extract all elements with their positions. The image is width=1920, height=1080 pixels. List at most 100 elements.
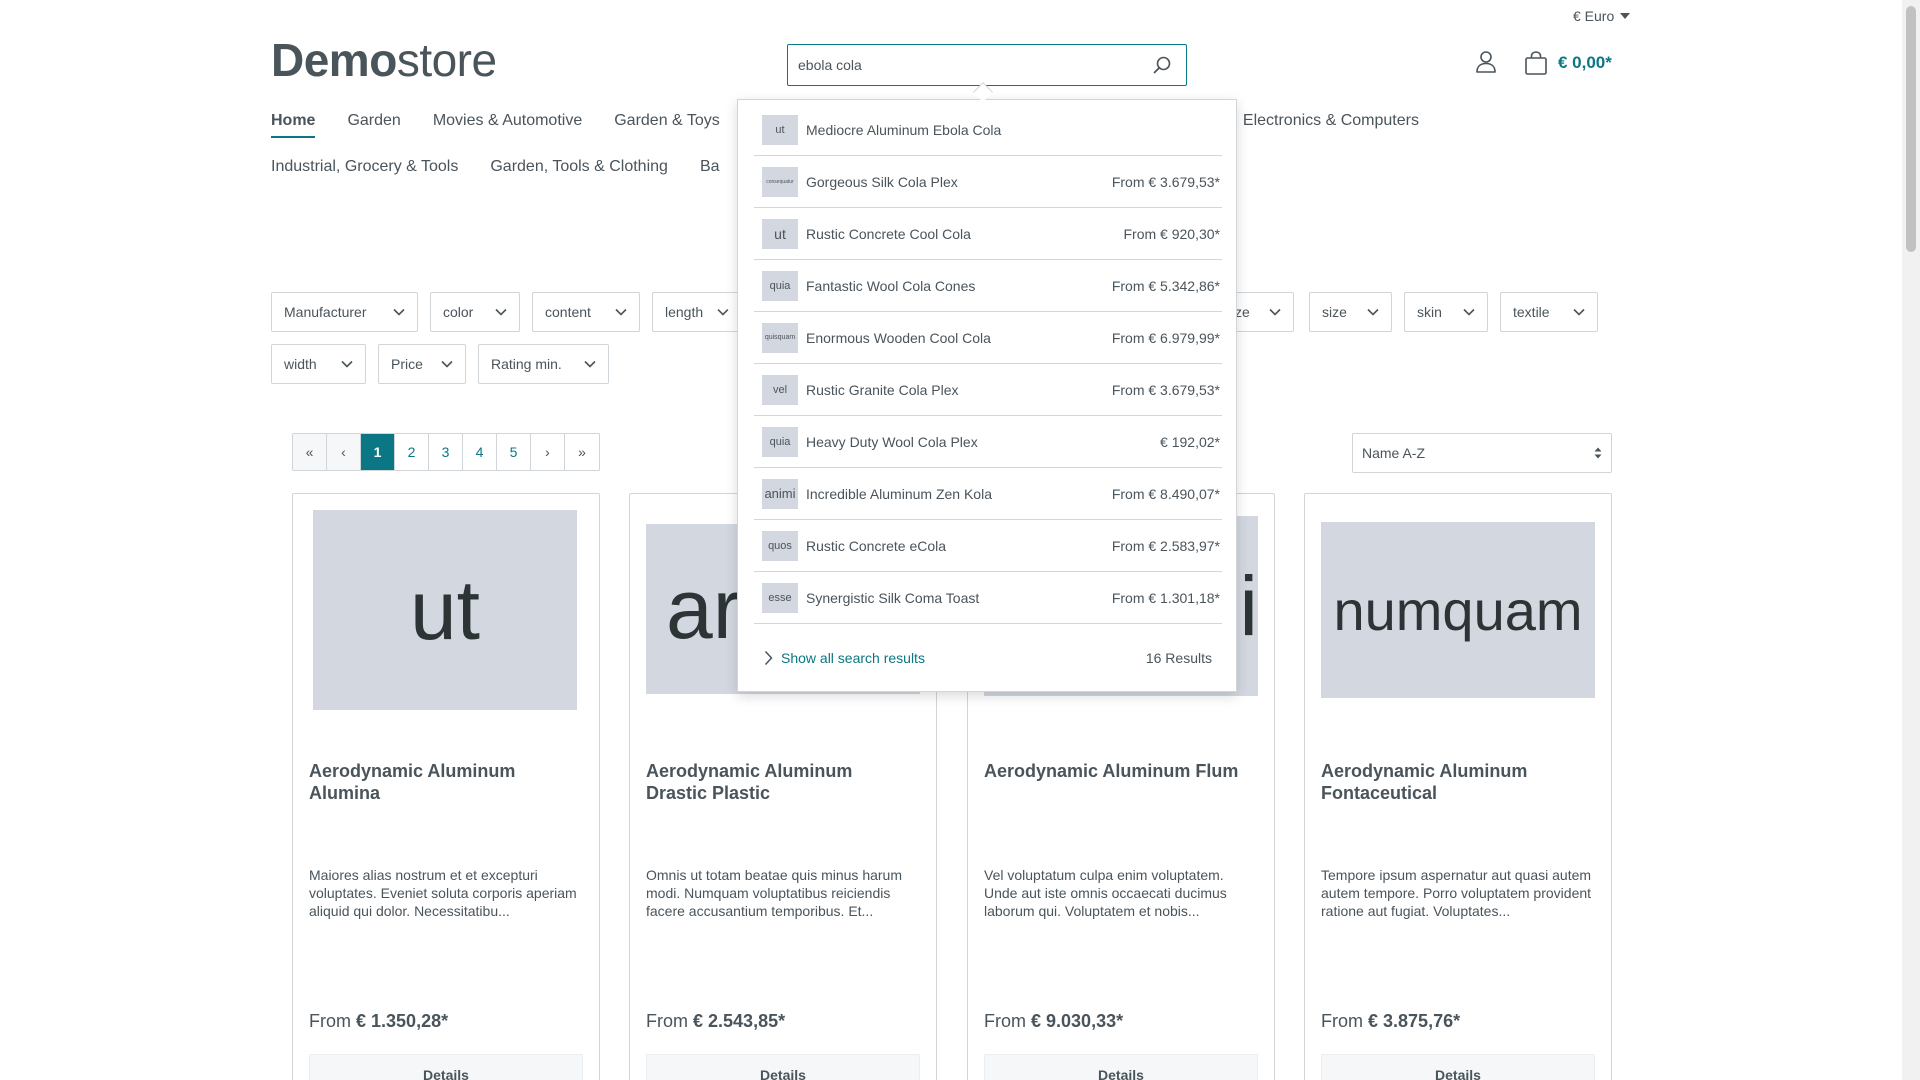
logo-bold-text: Demo — [271, 34, 397, 86]
nav-item-partial[interactable]: Ba — [700, 158, 720, 182]
page-5-button[interactable]: 5 — [497, 434, 531, 470]
suggest-name: Fantastic Wool Cola Cones — [806, 277, 976, 294]
suggest-item[interactable]: vel Rustic Granite Cola Plex From € 3.67… — [754, 364, 1222, 416]
suggest-thumbnail: quia — [762, 426, 798, 457]
price-value: € 9.030,33* — [1031, 1011, 1124, 1031]
suggest-footer: Show all search results 16 Results — [754, 640, 1222, 676]
currency-selector[interactable]: € Euro — [1573, 8, 1631, 24]
filter-price[interactable]: Price — [378, 344, 466, 384]
page-prev-button[interactable]: ‹ — [327, 434, 361, 470]
details-button[interactable]: Details — [309, 1054, 583, 1080]
product-title[interactable]: Aerodynamic Aluminum Drastic Plastic — [646, 760, 916, 804]
product-price: From € 1.350,28* — [309, 1011, 448, 1032]
suggest-item[interactable]: ut Rustic Concrete Cool Cola From € 920,… — [754, 208, 1222, 260]
scrollbar-thumb[interactable] — [1906, 6, 1916, 252]
product-card: numquam Aerodynamic Aluminum Fontaceutic… — [1304, 493, 1612, 1080]
cart-total: € 0,00* — [1558, 53, 1612, 72]
suggest-item[interactable]: animi Incredible Aluminum Zen Kola From … — [754, 468, 1222, 520]
suggest-thumbnail: quia — [762, 270, 798, 301]
filter-textile[interactable]: textile — [1500, 292, 1598, 332]
suggest-price: From € 8.490,07* — [1111, 485, 1220, 502]
suggest-name: Enormous Wooden Cool Cola — [806, 329, 991, 346]
details-button[interactable]: Details — [984, 1054, 1258, 1080]
filter-width[interactable]: width — [271, 344, 366, 384]
filter-rating-min[interactable]: Rating min. — [478, 344, 609, 384]
pagination: « ‹ 1 2 3 4 5 › » — [292, 433, 600, 471]
chevron-down-icon — [1269, 308, 1281, 316]
nav-item-industrial-grocery-tools[interactable]: Industrial, Grocery & Tools — [271, 158, 458, 182]
main-nav-row-2: Industrial, Grocery & Tools Garden, Tool… — [271, 158, 720, 182]
chevron-down-icon — [1367, 308, 1379, 316]
page-4-button[interactable]: 4 — [463, 434, 497, 470]
filter-label: size — [1322, 304, 1347, 320]
page-1-button[interactable]: 1 — [361, 434, 395, 470]
product-description: Omnis ut totam beatae quis minus harum m… — [646, 867, 903, 919]
suggest-item[interactable]: esse Synergistic Silk Coma Toast From € … — [754, 572, 1222, 624]
currency-label: € Euro — [1573, 8, 1615, 24]
details-button[interactable]: Details — [1321, 1054, 1595, 1080]
suggest-item[interactable]: consequatur Gorgeous Silk Cola Plex From… — [754, 156, 1222, 208]
page-next-button[interactable]: › — [531, 434, 565, 470]
search-suggest-dropdown: ut Mediocre Aluminum Ebola Cola consequa… — [737, 99, 1237, 692]
filter-skin[interactable]: skin — [1404, 292, 1488, 332]
filter-size[interactable]: size — [1309, 292, 1392, 332]
suggest-thumbnail: esse — [762, 582, 798, 613]
nav-item-electronics-computers[interactable]: , Electronics & Computers — [1234, 112, 1419, 130]
product-image[interactable]: numquam — [1321, 522, 1595, 698]
chevron-down-icon — [341, 360, 353, 368]
chevron-down-icon — [717, 308, 729, 316]
nav-item-garden[interactable]: Garden — [347, 112, 400, 138]
suggest-name: Gorgeous Silk Cola Plex — [806, 173, 958, 190]
filter-length[interactable]: length — [652, 292, 742, 332]
page-last-button[interactable]: » — [565, 434, 599, 470]
suggest-price: From € 5.342,86* — [1111, 277, 1220, 294]
nav-item-movies-automotive[interactable]: Movies & Automotive — [433, 112, 582, 138]
chevron-down-icon — [1463, 308, 1475, 316]
search-button[interactable] — [1148, 51, 1176, 79]
chevron-down-icon — [584, 360, 596, 368]
account-button[interactable] — [1475, 50, 1497, 74]
suggest-item[interactable]: quisquam Enormous Wooden Cool Cola From … — [754, 312, 1222, 364]
store-logo[interactable]: Demostore — [271, 34, 497, 86]
suggest-price: From € 920,30* — [1123, 225, 1221, 242]
product-description: Maiores alias nostrum et et excepturi vo… — [309, 867, 577, 919]
sort-select[interactable]: Name A-Z — [1352, 433, 1612, 473]
filter-manufacturer[interactable]: Manufacturer — [271, 292, 418, 332]
bag-icon — [1525, 51, 1547, 75]
sort-value: Name A-Z — [1362, 445, 1426, 461]
suggest-item[interactable]: quos Rustic Concrete eCola From € 2.583,… — [754, 520, 1222, 572]
suggest-item[interactable]: ut Mediocre Aluminum Ebola Cola — [754, 104, 1222, 156]
user-icon — [1476, 51, 1496, 73]
suggest-price: € 192,02* — [1160, 433, 1220, 450]
nav-item-home[interactable]: Home — [271, 112, 316, 138]
chevron-down-icon — [615, 308, 627, 316]
filter-label: skin — [1417, 304, 1442, 320]
product-title[interactable]: Aerodynamic Aluminum Alumina — [309, 760, 579, 804]
product-price: From € 2.543,85* — [646, 1011, 785, 1032]
filter-label: Rating min. — [491, 356, 562, 372]
caret-down-icon — [1620, 13, 1631, 19]
search-input[interactable] — [798, 57, 1148, 73]
suggest-thumbnail: animi — [762, 478, 798, 509]
product-title[interactable]: Aerodynamic Aluminum Fontaceutical — [1321, 760, 1591, 804]
page-2-button[interactable]: 2 — [395, 434, 429, 470]
suggest-item[interactable]: quia Heavy Duty Wool Cola Plex € 192,02* — [754, 416, 1222, 468]
page-scrollbar[interactable] — [1902, 0, 1920, 1080]
page-3-button[interactable]: 3 — [429, 434, 463, 470]
suggest-thumbnail: ut — [762, 218, 798, 249]
nav-item-garden-toys[interactable]: Garden & Toys — [614, 112, 720, 138]
main-nav-row-1: Home Garden Movies & Automotive Garden &… — [271, 112, 720, 138]
price-prefix: From — [309, 1011, 351, 1031]
search-icon — [1153, 56, 1171, 74]
nav-item-garden-tools-clothing[interactable]: Garden, Tools & Clothing — [490, 158, 668, 182]
cart-button[interactable]: € 0,00* — [1524, 50, 1612, 76]
product-title[interactable]: Aerodynamic Aluminum Flum — [984, 760, 1254, 782]
filter-content[interactable]: content — [532, 292, 640, 332]
product-image[interactable]: ut — [313, 510, 577, 710]
filter-color[interactable]: color — [430, 292, 520, 332]
suggest-thumbnail: quos — [762, 530, 798, 561]
details-button[interactable]: Details — [646, 1054, 920, 1080]
suggest-item[interactable]: quia Fantastic Wool Cola Cones From € 5.… — [754, 260, 1222, 312]
page-first-button[interactable]: « — [293, 434, 327, 470]
show-all-results-link[interactable]: Show all search results — [764, 650, 925, 666]
